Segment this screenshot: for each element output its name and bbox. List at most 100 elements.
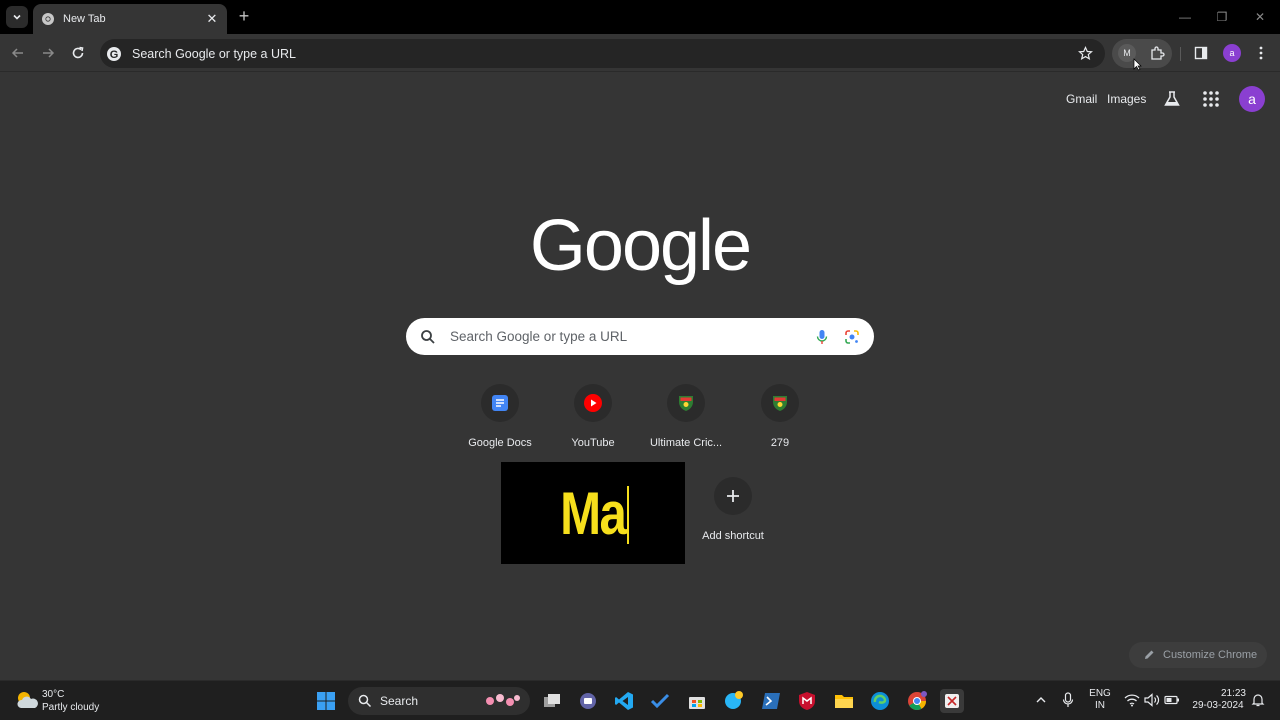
- checkmark-icon: [650, 693, 670, 709]
- shortcut-279[interactable]: 279: [733, 382, 827, 462]
- chrome-taskbar-button[interactable]: [905, 689, 929, 713]
- arrow-left-icon: [11, 48, 23, 58]
- start-button[interactable]: [314, 689, 338, 713]
- battery-button[interactable]: [1164, 693, 1180, 707]
- tab-search-button[interactable]: [6, 6, 28, 28]
- windows-logo-icon: [317, 692, 335, 710]
- plus-icon: [727, 490, 739, 502]
- shortcut-label: Google Docs: [468, 437, 532, 449]
- ntp-search-input[interactable]: [450, 329, 816, 344]
- snipping-tool-button[interactable]: [940, 689, 964, 713]
- close-window-icon[interactable]: ✕: [1250, 8, 1270, 26]
- wifi-icon: [1124, 694, 1140, 707]
- minimize-icon[interactable]: —: [1175, 8, 1195, 26]
- extensions-button[interactable]: [1146, 42, 1168, 64]
- chat-icon: [580, 693, 596, 709]
- shield-icon: [799, 692, 815, 710]
- side-panel-button[interactable]: [1190, 42, 1212, 64]
- microphone-icon: [1062, 692, 1074, 707]
- search-icon: [421, 329, 435, 344]
- flask-icon: [1164, 91, 1180, 106]
- account-avatar[interactable]: a: [1239, 86, 1265, 112]
- partly-cloudy-icon[interactable]: [15, 689, 39, 711]
- arrow-right-icon: [43, 48, 55, 58]
- customize-chrome-button[interactable]: Customize Chrome: [1129, 642, 1267, 668]
- microphone-icon[interactable]: [816, 329, 828, 345]
- customize-label: Customize Chrome: [1163, 649, 1258, 661]
- task-view-icon: [544, 694, 560, 707]
- toolbar-divider: [1180, 47, 1181, 61]
- vscode-button[interactable]: [612, 689, 636, 713]
- ntp-search-box[interactable]: [406, 318, 874, 355]
- notifications-button[interactable]: [1251, 693, 1265, 707]
- task-view-button[interactable]: [540, 689, 564, 713]
- reload-icon: [72, 46, 84, 59]
- shortcut-label: Ultimate Cric...: [649, 437, 723, 449]
- clock[interactable]: 21:23 29-03-2024: [1190, 688, 1246, 712]
- terminal-icon: [762, 693, 780, 709]
- google-logo: Google: [529, 206, 752, 286]
- text-cursor: [627, 486, 629, 544]
- chevron-up-icon: [1036, 697, 1046, 703]
- todo-button[interactable]: [648, 689, 672, 713]
- shortcut-google-docs[interactable]: Google Docs: [453, 382, 547, 462]
- chevron-down-icon: [13, 14, 21, 20]
- star-icon[interactable]: [1078, 46, 1093, 61]
- store-button[interactable]: [685, 689, 709, 713]
- mcafee-button[interactable]: [795, 689, 819, 713]
- language-indicator[interactable]: ENG IN: [1088, 688, 1112, 712]
- wifi-button[interactable]: [1124, 693, 1140, 707]
- windows-taskbar: 30°C Partly cloudy Search ENG IN 21:23 2…: [0, 680, 1280, 720]
- docs-icon: [492, 395, 508, 411]
- folder-icon: [835, 695, 853, 708]
- cricket-crest-icon: [773, 396, 787, 411]
- menu-button[interactable]: [1250, 42, 1272, 64]
- omnibox[interactable]: G: [100, 39, 1105, 68]
- add-shortcut-button[interactable]: Add shortcut: [686, 475, 780, 555]
- cherry-blossom-icon: [486, 694, 520, 706]
- microphone-tray-button[interactable]: [1062, 692, 1076, 708]
- more-vert-icon: [1259, 46, 1263, 60]
- tab-title: New Tab: [63, 13, 106, 25]
- shortcut-ultimate-cricket[interactable]: Ultimate Cric...: [639, 382, 733, 462]
- google-apps-button[interactable]: [1202, 90, 1220, 108]
- edge-button[interactable]: [868, 689, 892, 713]
- add-shortcut-label: Add shortcut: [702, 530, 764, 542]
- labs-button[interactable]: [1162, 89, 1182, 109]
- file-explorer-button[interactable]: [832, 689, 856, 713]
- weather-app-button[interactable]: [722, 689, 746, 713]
- gmail-link[interactable]: Gmail: [1066, 92, 1097, 106]
- forward-button[interactable]: [37, 42, 59, 64]
- show-hidden-icons-button[interactable]: [1034, 693, 1048, 707]
- search-icon: [358, 694, 372, 708]
- back-button[interactable]: [7, 42, 29, 64]
- reload-button[interactable]: [67, 42, 89, 64]
- restore-icon[interactable]: ❐: [1212, 8, 1232, 26]
- sun-cloud-icon: [725, 691, 743, 709]
- tab-strip: New Tab ✕ + — ❐ ✕: [0, 0, 1280, 34]
- vscode-icon: [615, 692, 633, 710]
- google-lens-icon[interactable]: [844, 329, 860, 345]
- powershell-button[interactable]: [759, 689, 783, 713]
- teams-chat-button[interactable]: [576, 689, 600, 713]
- snipping-icon: [945, 694, 959, 708]
- cricket-crest-icon: [679, 396, 693, 411]
- speaker-icon: [1144, 693, 1160, 707]
- volume-button[interactable]: [1144, 693, 1160, 707]
- taskbar-search[interactable]: Search: [348, 687, 530, 715]
- omnibox-input[interactable]: [132, 46, 1078, 61]
- store-icon: [689, 697, 705, 709]
- profile-avatar-button[interactable]: a: [1223, 44, 1241, 62]
- weather-condition[interactable]: Partly cloudy: [42, 702, 99, 713]
- taskbar-search-label: Search: [380, 694, 419, 708]
- thumbnail-text: Ma: [560, 479, 627, 547]
- weather-temperature[interactable]: 30°C: [42, 689, 64, 700]
- images-link[interactable]: Images: [1107, 92, 1146, 106]
- shortcut-youtube[interactable]: YouTube: [546, 382, 640, 462]
- battery-icon: [1164, 695, 1179, 705]
- chrome-icon: [42, 13, 54, 25]
- new-tab-button[interactable]: +: [234, 6, 254, 26]
- clock-date: 29-03-2024: [1192, 700, 1244, 711]
- tab-new-tab[interactable]: New Tab ✕: [33, 4, 227, 34]
- close-tab-icon[interactable]: ✕: [205, 11, 219, 27]
